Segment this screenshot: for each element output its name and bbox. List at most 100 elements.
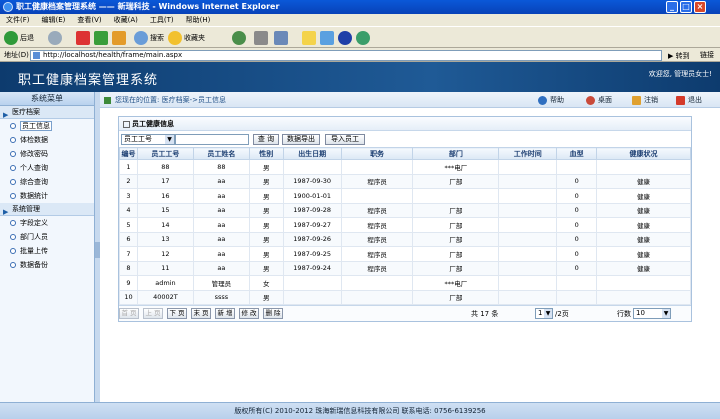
maximize-button[interactable]: □	[680, 1, 692, 13]
menu-file[interactable]: 文件(F)	[0, 14, 36, 26]
table-row[interactable]: 5 14 aa 男 1987-09-27 程序员 厂部 0 健康	[119, 217, 691, 233]
history-icon	[232, 31, 246, 45]
exit-icon	[676, 95, 685, 105]
table-row[interactable]: 3 16 aa 男 1900-01-01 0 健康	[119, 188, 691, 204]
table-row[interactable]: 6 13 aa 男 1987-09-26 程序员 厂部 0 健康	[119, 231, 691, 247]
table-row[interactable]: 7 12 aa 男 1987-09-25 程序员 厂部 0 健康	[119, 246, 691, 262]
table-cell	[282, 159, 342, 175]
sidebar-item-exam-data[interactable]: 体检数据	[0, 133, 94, 147]
search-icon	[134, 31, 148, 45]
sidebar-item-batch-upload[interactable]: 批量上传	[0, 244, 94, 258]
table-cell: 程序员	[340, 231, 414, 247]
table-cell	[340, 159, 414, 175]
table-cell: 1987-09-25	[282, 246, 342, 262]
table-cell: 男	[248, 260, 284, 276]
print-button[interactable]	[254, 30, 270, 46]
sidebar-item-field-definition[interactable]: 字段定义	[0, 216, 94, 230]
close-button[interactable]: ×	[694, 1, 706, 13]
sidebar-section-system[interactable]: ▶ 系统管理	[0, 203, 94, 216]
table-cell: 程序员	[340, 202, 414, 218]
table-row[interactable]: 1 88 88 男 ***电厂	[119, 159, 691, 175]
table-header-row: 编号 员工工号 员工姓名 性别 出生日期 职务 部门 工作时间 血型 健康状况	[119, 147, 691, 160]
table-cell: 15	[136, 202, 194, 218]
last-page-button[interactable]: 末 页	[191, 308, 211, 319]
stop-button[interactable]	[76, 30, 92, 46]
table-cell	[596, 159, 691, 175]
sidebar-section-medical[interactable]: ▶ 医疗档案	[0, 106, 94, 119]
sidebar-item-combined-query[interactable]: 综合查询	[0, 175, 94, 189]
table-row[interactable]: 10 40002T ssss 男 厂部	[119, 289, 691, 305]
table-cell	[498, 173, 558, 189]
sidebar-item-change-password[interactable]: 修改密码	[0, 147, 94, 161]
forward-button[interactable]	[48, 30, 64, 46]
title-bar: 职工健康档案管理系统 —— 新瑞科技 - Windows Internet Ex…	[0, 0, 720, 14]
table-cell: ssss	[192, 289, 250, 305]
rows-label: 行数	[617, 310, 631, 318]
table-cell: 男	[248, 217, 284, 233]
help-link[interactable]: 帮助	[538, 92, 564, 108]
exit-link[interactable]: 退出	[676, 92, 702, 108]
delete-button[interactable]: 删 除	[263, 308, 283, 319]
bluetooth-button[interactable]	[338, 30, 354, 46]
table-cell: 厂部	[412, 173, 500, 189]
table-row[interactable]: 4 15 aa 男 1987-09-28 程序员 厂部 0 健康	[119, 202, 691, 218]
table-cell	[498, 188, 558, 204]
favorites-button[interactable]: 收藏夹	[168, 30, 205, 46]
discuss-button[interactable]	[320, 30, 336, 46]
table-row[interactable]: 8 11 aa 男 1987-09-24 程序员 厂部 0 健康	[119, 260, 691, 276]
breadcrumb: 您现在的位置: 医疗档案->员工信息	[104, 92, 226, 108]
minimize-button[interactable]: _	[666, 1, 678, 13]
column-header: 编号	[119, 147, 138, 160]
menu-help[interactable]: 帮助(H)	[180, 14, 217, 26]
back-button[interactable]: 后退	[4, 30, 34, 46]
edit-button[interactable]	[302, 30, 318, 46]
mail-button[interactable]	[274, 30, 290, 46]
table-cell: 男	[248, 173, 284, 189]
links-label[interactable]: 链接	[700, 48, 714, 62]
column-header: 工作时间	[498, 147, 558, 160]
menu-view[interactable]: 查看(V)	[71, 14, 107, 26]
desktop-link[interactable]: 桌面	[586, 92, 612, 108]
import-button[interactable]: 导入员工	[325, 134, 365, 145]
refresh-button[interactable]	[94, 30, 110, 46]
next-page-button[interactable]: 下 页	[167, 308, 187, 319]
search-button[interactable]: 查 询	[253, 134, 279, 145]
sidebar-item-statistics[interactable]: 数据统计	[0, 189, 94, 203]
table-cell: 8	[119, 260, 138, 276]
table-cell: admin	[136, 275, 194, 291]
sidebar-item-employee-info[interactable]: 员工信息	[0, 119, 94, 133]
table-row[interactable]: 2 17 aa 男 1987-09-30 程序员 厂部 0 健康	[119, 173, 691, 189]
back-arrow-icon	[4, 31, 18, 45]
app-banner: 职工健康档案管理系统 欢迎您, 管理员女士!	[0, 62, 720, 92]
prev-page-button[interactable]: 上 页	[143, 308, 163, 319]
logout-link[interactable]: 注销	[632, 92, 658, 108]
first-page-button[interactable]: 首 页	[119, 308, 139, 319]
history-button[interactable]	[232, 30, 248, 46]
table-row[interactable]: 9 admin 管理员女 ***电厂	[119, 275, 691, 291]
home-button[interactable]	[112, 30, 128, 46]
search-button[interactable]: 搜索	[134, 30, 164, 46]
rows-select[interactable]: 10 ▼	[633, 308, 671, 319]
table-cell: 5	[119, 217, 138, 233]
page-select[interactable]: 1 ▼	[535, 308, 553, 319]
menu-edit[interactable]: 编辑(E)	[36, 14, 72, 26]
add-button[interactable]: 新 增	[215, 308, 235, 319]
column-header: 健康状况	[596, 147, 691, 160]
address-input[interactable]: http://localhost/health/frame/main.aspx	[30, 50, 662, 61]
go-button[interactable]: ▶ 转到	[668, 49, 690, 63]
menu-favorites[interactable]: 收藏(A)	[108, 14, 144, 26]
menu-tools[interactable]: 工具(T)	[144, 14, 180, 26]
table-cell: 男	[248, 231, 284, 247]
table-cell: 0	[556, 188, 598, 204]
field-select[interactable]: 员工工号 ▼	[121, 134, 175, 145]
export-button[interactable]: 数据导出	[282, 134, 320, 145]
sidebar-item-department-staff[interactable]: 部门人员	[0, 230, 94, 244]
search-input[interactable]	[175, 134, 249, 145]
sidebar-item-personal-query[interactable]: 个人查询	[0, 161, 94, 175]
chevron-down-icon: ▼	[544, 309, 552, 318]
messenger-button[interactable]	[356, 30, 372, 46]
edit-button[interactable]: 修 改	[239, 308, 259, 319]
table-cell: 12	[136, 246, 194, 262]
bullet-icon	[10, 123, 16, 129]
sidebar-item-data-backup[interactable]: 数据备份	[0, 258, 94, 272]
